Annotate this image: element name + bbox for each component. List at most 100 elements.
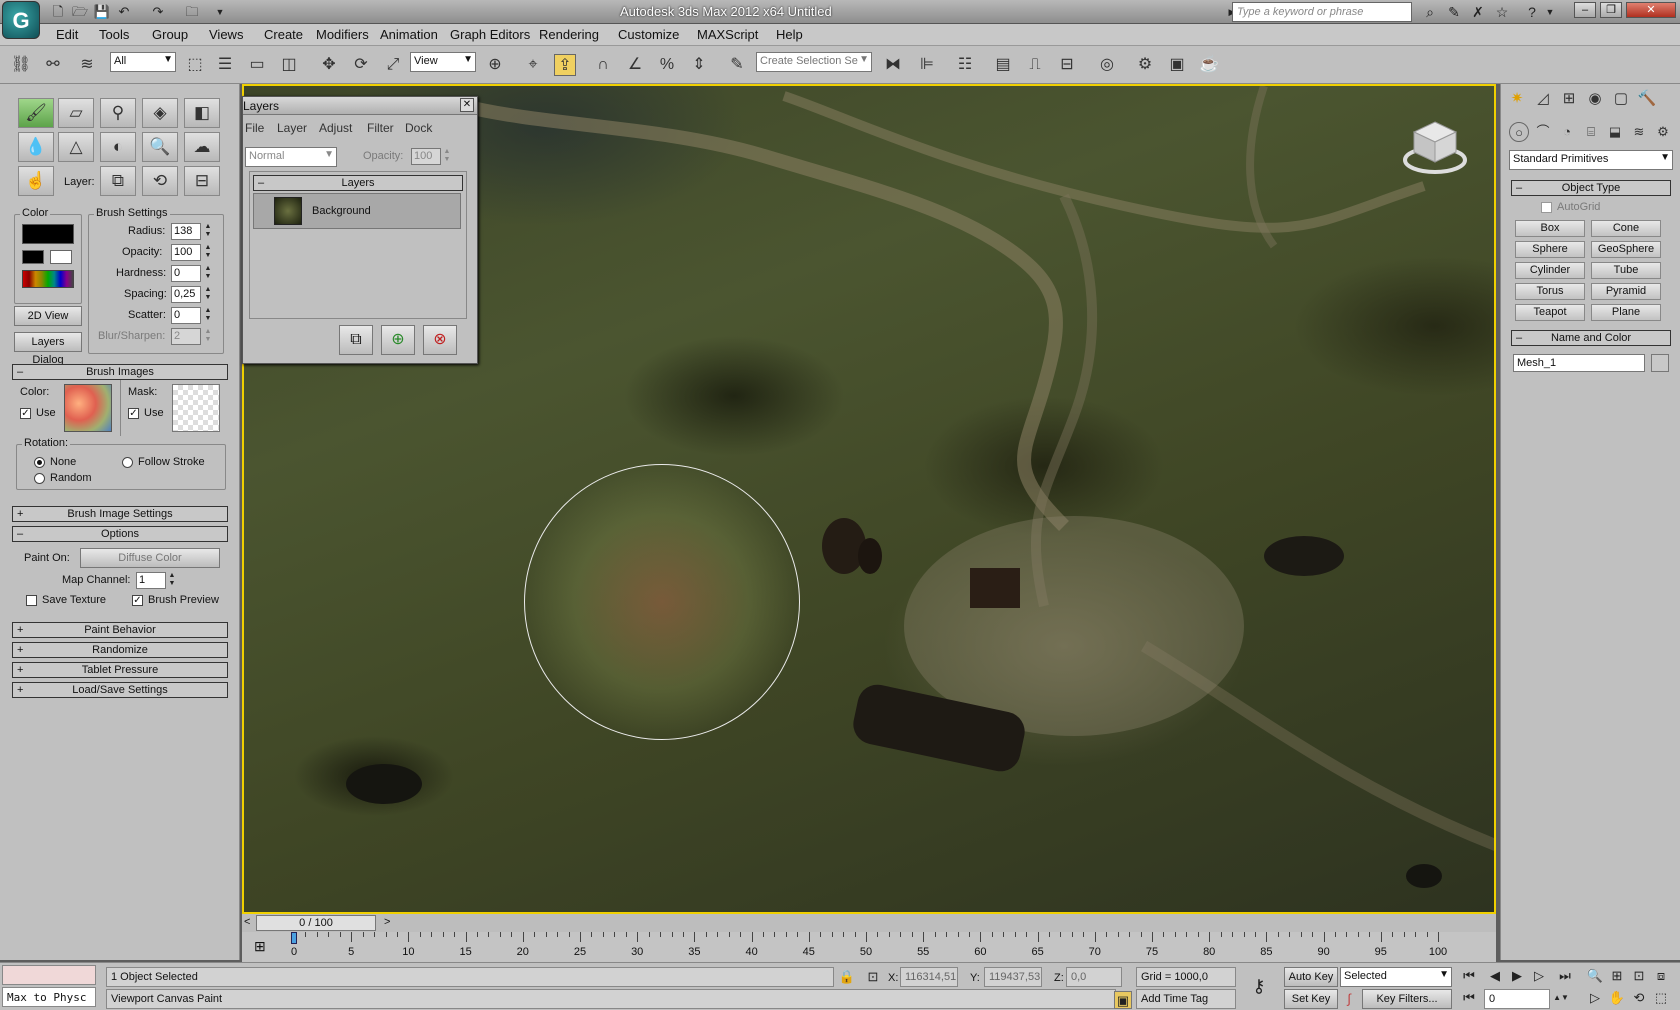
play-icon[interactable]: ▶	[1508, 967, 1526, 985]
schematic-view-icon[interactable]: ⊟	[1056, 54, 1078, 76]
radius-input[interactable]: 138	[171, 223, 201, 240]
reference-coordinate-dropdown[interactable]: View ▼	[410, 52, 476, 72]
lights-icon[interactable]: ◔	[1557, 122, 1577, 142]
menu-maxscript[interactable]: MAXScript	[697, 27, 758, 42]
curve-editor-icon[interactable]: ⎍	[1024, 54, 1046, 76]
set-key-button[interactable]: Set Key	[1284, 989, 1338, 1009]
object-name-input[interactable]: Mesh_1	[1513, 354, 1645, 372]
background-color-swatch[interactable]	[50, 250, 72, 264]
unlink-icon[interactable]: ⚯	[42, 54, 64, 76]
layers-panel-header[interactable]: – Layers	[253, 175, 463, 191]
help-dropdown-icon[interactable]: ▼	[1540, 3, 1560, 21]
radius-spinner[interactable]: ▲ ▼	[204, 223, 212, 240]
link-icon[interactable]: ⛓	[10, 54, 32, 76]
menu-modifiers[interactable]: Modifiers	[316, 27, 369, 42]
layers-menu-layer[interactable]: Layer	[277, 121, 307, 135]
teapot-button[interactable]: Teapot	[1515, 304, 1585, 321]
fill-bucket-icon[interactable]: ◈	[142, 98, 178, 128]
erase-icon[interactable]: ▱	[58, 98, 94, 128]
scatter-spinner[interactable]: ▲ ▼	[204, 307, 212, 324]
quick-access-dropdown-icon[interactable]: ▼	[210, 3, 230, 21]
menu-animation[interactable]: Animation	[380, 27, 438, 42]
color-brush-image[interactable]	[64, 384, 112, 432]
time-slider-thumb[interactable]: 0 / 100	[256, 915, 376, 931]
absolute-mode-icon[interactable]: ⊡	[864, 968, 882, 986]
cone-button[interactable]: Cone	[1591, 220, 1661, 237]
autogrid-checkbox[interactable]	[1541, 202, 1552, 213]
go-to-start-icon[interactable]: ⏮	[1460, 967, 1478, 985]
opacity-input[interactable]: 100	[171, 244, 201, 261]
add-layer-icon[interactable]: ⊕	[381, 325, 415, 355]
object-color-swatch[interactable]	[1651, 354, 1669, 372]
motion-tab-icon[interactable]: ◉	[1583, 88, 1607, 110]
help-icon[interactable]: ?	[1522, 3, 1542, 21]
bind-space-warp-icon[interactable]: ≋	[76, 54, 98, 76]
object-type-rollout[interactable]: – Object Type	[1511, 180, 1671, 196]
paint-on-button[interactable]: Diffuse Color	[80, 548, 220, 568]
maximize-button[interactable]: ❐	[1600, 2, 1622, 18]
new-file-icon[interactable]: 🗋	[48, 3, 68, 21]
paint-behavior-rollout[interactable]: + Paint Behavior	[12, 622, 228, 638]
geometry-icon[interactable]: ○	[1509, 122, 1529, 142]
cylinder-button[interactable]: Cylinder	[1515, 262, 1585, 279]
search-input[interactable]: Type a keyword or phrase	[1232, 2, 1412, 22]
layers-dialog-titlebar[interactable]: Layers ✕	[243, 97, 477, 115]
create-tab-icon[interactable]: ✷	[1505, 88, 1529, 110]
zoom-all-icon[interactable]: ⊞	[1608, 967, 1626, 985]
spacing-spinner[interactable]: ▲ ▼	[204, 286, 212, 303]
layers-menu-adjust[interactable]: Adjust	[319, 121, 352, 135]
render-production-icon[interactable]: ☕	[1198, 54, 1220, 76]
blur-drop-icon[interactable]: 💧	[18, 132, 54, 162]
redo-icon[interactable]: ↷	[148, 3, 168, 21]
menu-group[interactable]: Group	[152, 27, 188, 42]
angle-snap-icon[interactable]: ∠	[624, 54, 646, 76]
y-coordinate-field[interactable]: 119437,53	[984, 967, 1042, 987]
contrast-icon[interactable]: ◐	[100, 132, 136, 162]
options-rollout[interactable]: – Options	[12, 526, 228, 542]
hand-cursor-icon[interactable]: ☝	[18, 166, 54, 196]
select-by-name-icon[interactable]: ☰	[214, 54, 236, 76]
color-use-checkbox[interactable]: ✓	[20, 408, 31, 419]
layer-opacity-spinner[interactable]: ▲ ▼	[443, 148, 451, 165]
space-warps-icon[interactable]: ≋	[1629, 122, 1649, 142]
maxscript-mini-listener[interactable]: Max to Physc	[2, 987, 96, 1007]
save-texture-checkbox[interactable]	[26, 595, 37, 606]
mirror-icon[interactable]: ⧓	[882, 54, 904, 76]
app-logo-icon[interactable]: G	[2, 1, 40, 39]
material-editor-icon[interactable]: ◎	[1096, 54, 1118, 76]
window-crossing-icon[interactable]: ◫	[278, 54, 300, 76]
delete-layer-icon[interactable]: ⊗	[423, 325, 457, 355]
modify-tab-icon[interactable]: ◿	[1531, 88, 1555, 110]
layer-properties-icon[interactable]: ⟲	[142, 166, 178, 196]
systems-icon[interactable]: ⚙	[1653, 122, 1673, 142]
menu-create[interactable]: Create	[264, 27, 303, 42]
subscription-icon[interactable]: ✎	[1444, 3, 1464, 21]
layers-dialog-button[interactable]: Layers Dialog	[14, 332, 82, 366]
x-coordinate-field[interactable]: 116314,51	[900, 967, 958, 987]
add-layer-icon[interactable]: ⧉	[100, 166, 136, 196]
select-manipulate-icon[interactable]: ⌖	[522, 54, 544, 76]
menu-edit[interactable]: Edit	[56, 27, 78, 42]
menu-views[interactable]: Views	[209, 27, 243, 42]
torus-button[interactable]: Torus	[1515, 283, 1585, 300]
go-to-end-icon[interactable]: ⏭	[1556, 967, 1574, 985]
pivot-center-icon[interactable]: ⊕	[484, 54, 506, 76]
auto-key-button[interactable]: Auto Key	[1284, 967, 1338, 987]
rotate-icon[interactable]: ⟳	[350, 54, 372, 76]
layer-row-background[interactable]: Background	[253, 193, 461, 229]
geosphere-button[interactable]: GeoSphere	[1591, 241, 1661, 258]
save-icon[interactable]: 💾	[92, 3, 112, 21]
menu-rendering[interactable]: Rendering	[539, 27, 599, 42]
selection-filter-dropdown[interactable]: All ▼	[110, 52, 176, 72]
paint-brush-icon[interactable]: 🖌	[18, 98, 54, 128]
key-mode-toggle-icon[interactable]: ⏮	[1460, 989, 1478, 1007]
viewcube-icon[interactable]	[1402, 116, 1468, 176]
time-slider[interactable]: < 0 / 100 >	[242, 914, 1496, 932]
plane-button[interactable]: Plane	[1591, 304, 1661, 321]
layer-opacity-input[interactable]: 100	[411, 148, 441, 165]
zoom-extents-all-icon[interactable]: ⧈	[1652, 967, 1670, 985]
map-channel-input[interactable]: 1	[136, 572, 166, 589]
close-button[interactable]: ✕	[1626, 2, 1676, 18]
menu-tools[interactable]: Tools	[99, 27, 129, 42]
pan-hand-icon[interactable]: ✋	[1608, 989, 1626, 1007]
